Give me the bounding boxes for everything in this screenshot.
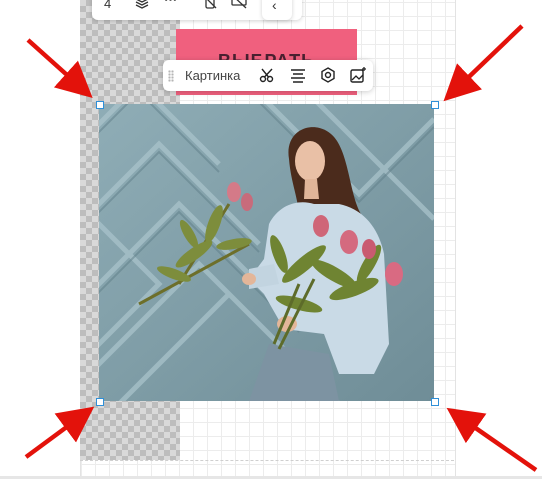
resize-handle-bottom-left[interactable] — [96, 398, 104, 406]
image-edit-icon[interactable] — [349, 66, 367, 84]
page-number[interactable]: 4 — [104, 0, 111, 11]
no-mobile-icon[interactable] — [202, 0, 218, 13]
back-button[interactable]: ‹ — [262, 0, 292, 20]
hide-icon[interactable] — [230, 0, 248, 13]
arrow-bottom-right — [446, 407, 538, 472]
arrow-top-right — [443, 24, 524, 102]
resize-handle-top-left[interactable] — [96, 101, 104, 109]
align-icon[interactable] — [289, 66, 307, 84]
selected-image[interactable] — [99, 104, 434, 401]
resize-handle-top-right[interactable] — [431, 101, 439, 109]
more-icon[interactable]: ⋯ — [164, 0, 177, 8]
settings-icon[interactable] — [319, 66, 337, 84]
image-context-toolbar: Картинка — [163, 60, 373, 91]
layers-icon[interactable] — [134, 0, 150, 13]
scissors-icon[interactable] — [259, 66, 277, 84]
resize-handle-bottom-right[interactable] — [431, 398, 439, 406]
arrow-top-left — [26, 38, 93, 99]
element-type-label[interactable]: Картинка — [185, 68, 240, 83]
woman-with-flowers-photo — [99, 104, 434, 401]
back-icon: ‹ — [272, 0, 277, 13]
page-bottom-guide — [80, 460, 454, 461]
arrow-bottom-left — [24, 406, 95, 459]
drag-handle-icon[interactable] — [168, 70, 174, 82]
